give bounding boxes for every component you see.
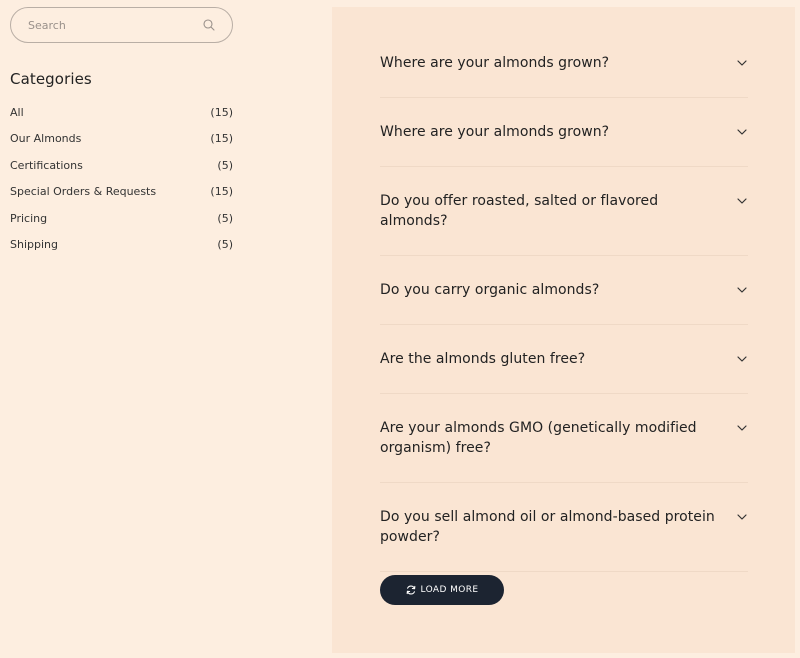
faq-item[interactable]: Do you sell almond oil or almond-based p…: [380, 483, 748, 572]
faq-item[interactable]: Do you carry organic almonds?: [380, 256, 748, 325]
category-count: (15): [210, 105, 233, 119]
category-count: (5): [217, 158, 233, 172]
faq-question: Do you carry organic almonds?: [380, 282, 600, 298]
category-label: Pricing: [10, 211, 48, 225]
faq-item[interactable]: Where are your almonds grown?: [380, 98, 748, 167]
category-label: Certifications: [10, 158, 83, 172]
category-count: (5): [217, 238, 233, 252]
category-count: (5): [217, 211, 233, 225]
search-box[interactable]: [10, 7, 233, 43]
category-list: All (15) Our Almonds (15) Certifications…: [10, 99, 233, 258]
category-item-pricing[interactable]: Pricing (5): [10, 205, 233, 232]
faq-item[interactable]: Where are your almonds grown?: [380, 29, 748, 98]
faq-question: Do you sell almond oil or almond-based p…: [380, 509, 715, 545]
faq-list: Where are your almonds grown? Where are …: [380, 29, 748, 572]
faq-item[interactable]: Are your almonds GMO (genetically modifi…: [380, 394, 748, 483]
chevron-down-icon[interactable]: [735, 507, 749, 527]
categories-title: Categories: [10, 70, 92, 88]
category-item-special-orders[interactable]: Special Orders & Requests (15): [10, 179, 233, 206]
search-input[interactable]: [28, 18, 178, 32]
faq-question: Do you offer roasted, salted or flavored…: [380, 193, 659, 229]
category-item-our-almonds[interactable]: Our Almonds (15): [10, 126, 233, 153]
faq-item[interactable]: Do you offer roasted, salted or flavored…: [380, 167, 748, 256]
category-label: Shipping: [10, 238, 58, 252]
faq-question: Where are your almonds grown?: [380, 55, 610, 71]
chevron-down-icon[interactable]: [735, 280, 749, 300]
search-icon[interactable]: [202, 18, 216, 32]
chevron-down-icon[interactable]: [735, 122, 749, 142]
refresh-icon: [406, 585, 416, 595]
category-item-shipping[interactable]: Shipping (5): [10, 232, 233, 259]
category-item-certifications[interactable]: Certifications (5): [10, 152, 233, 179]
load-more-button[interactable]: LOAD MORE: [380, 575, 504, 605]
sidebar: Categories All (15) Our Almonds (15) Cer…: [10, 7, 233, 258]
category-item-all[interactable]: All (15): [10, 99, 233, 126]
chevron-down-icon[interactable]: [735, 191, 749, 211]
faq-item[interactable]: Are the almonds gluten free?: [380, 325, 748, 394]
faq-question: Are the almonds gluten free?: [380, 351, 586, 367]
category-count: (15): [210, 185, 233, 199]
chevron-down-icon[interactable]: [735, 418, 749, 438]
category-label: Special Orders & Requests: [10, 185, 157, 199]
category-label: All: [10, 105, 24, 119]
category-label: Our Almonds: [10, 132, 82, 146]
faq-panel: Where are your almonds grown? Where are …: [332, 7, 795, 653]
faq-question: Where are your almonds grown?: [380, 124, 610, 140]
chevron-down-icon[interactable]: [735, 349, 749, 369]
category-count: (15): [210, 132, 233, 146]
chevron-down-icon[interactable]: [735, 53, 749, 73]
load-more-label: LOAD MORE: [420, 585, 479, 595]
faq-question: Are your almonds GMO (genetically modifi…: [380, 420, 697, 456]
